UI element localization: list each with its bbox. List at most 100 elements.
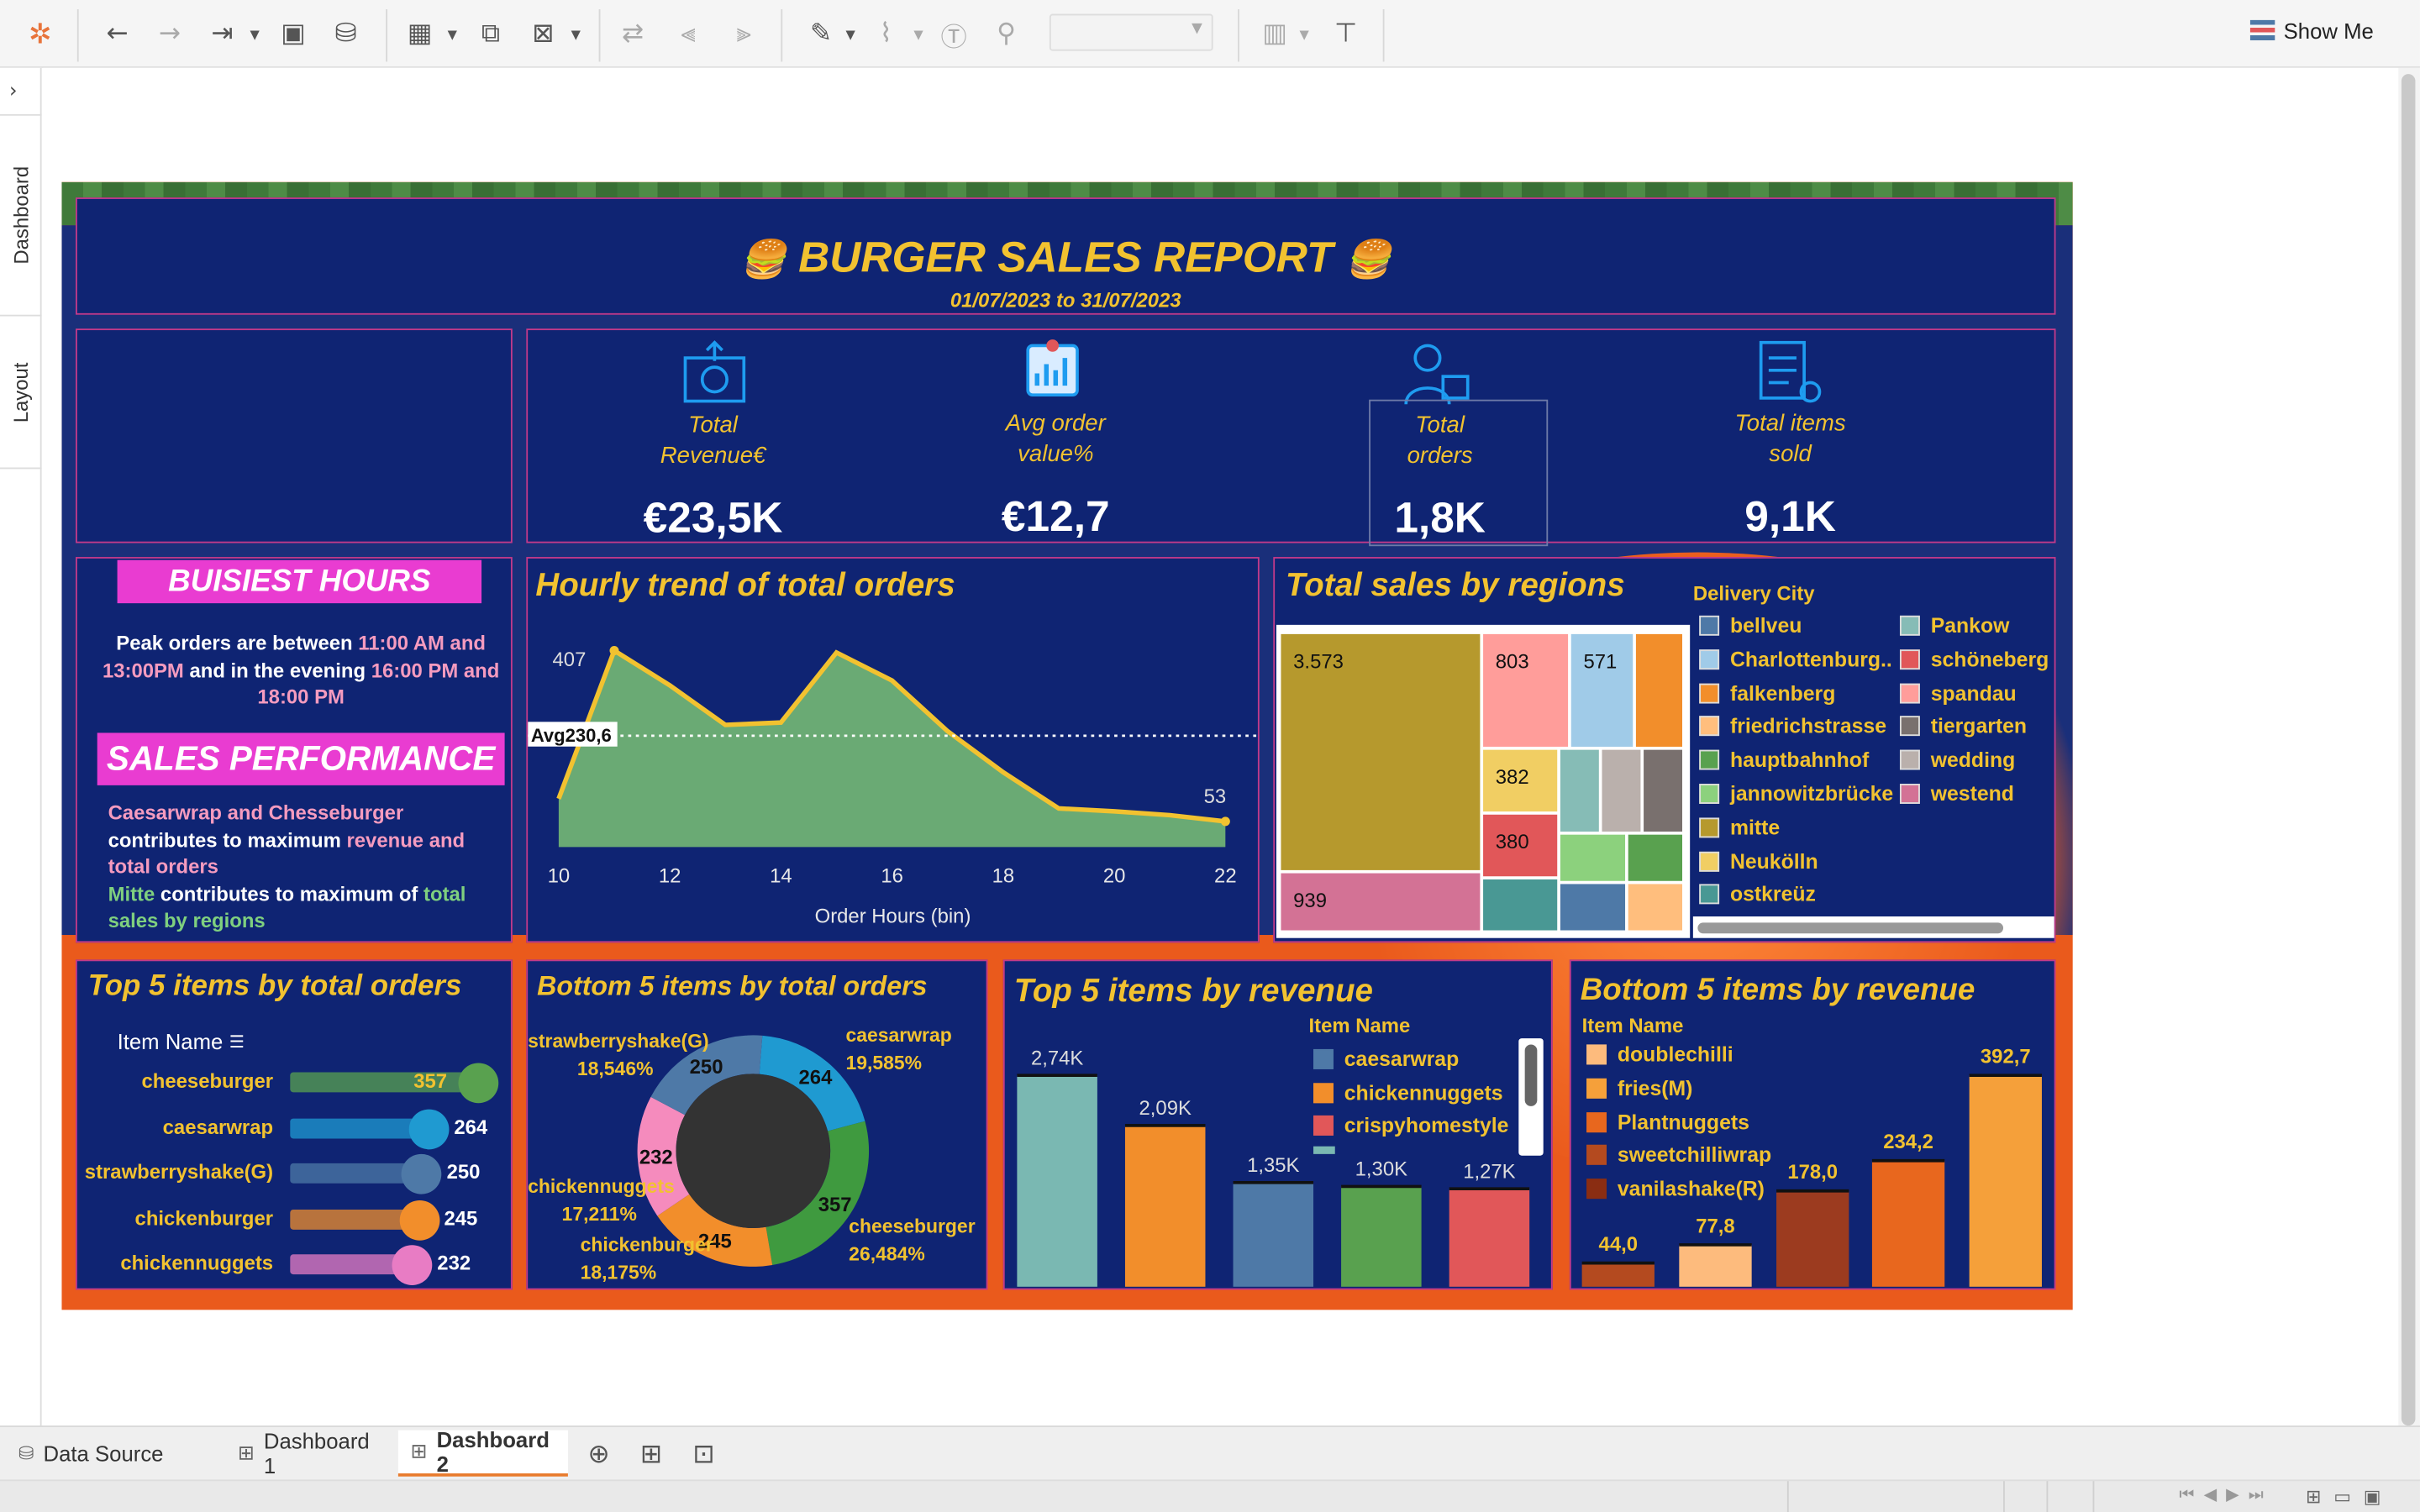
redo-icon[interactable]: → — [151, 15, 188, 52]
kpi-avg-order-value[interactable]: Avg order value% €12,7 — [932, 409, 1179, 542]
text-highlight: 16:00 PM and — [371, 658, 500, 681]
text-segment: and in the evening — [183, 658, 371, 681]
kpi-value: €23,5K — [643, 493, 783, 542]
tab-dashboard-2[interactable]: ⊞ Dashboard 2 — [397, 1427, 568, 1477]
kpi-total-items-sold[interactable]: Total items sold 9,1K — [1667, 409, 1914, 542]
legend-scrollbar[interactable] — [1518, 1038, 1544, 1156]
treemap-cell: 571 — [1570, 633, 1634, 747]
new-worksheet-tab-icon[interactable]: ⊕ — [581, 1436, 618, 1473]
kpi-value: €12,7 — [1001, 491, 1110, 540]
expand-chevron-icon[interactable]: › — [9, 81, 18, 104]
undo-icon[interactable]: ← — [99, 15, 136, 52]
replay-dropdown-icon[interactable]: ▼ — [250, 28, 263, 42]
legend-swatch — [1586, 1111, 1607, 1132]
swap-axes-icon[interactable]: ⇄ — [614, 15, 651, 52]
kpi-total-revenue[interactable]: Total Revenue€ €23,5K — [590, 411, 837, 543]
show-me-button[interactable]: Show Me — [2249, 18, 2374, 43]
tab-layout[interactable]: Layout — [0, 314, 42, 470]
fit-select[interactable]: ▼ — [1049, 13, 1213, 51]
highlight-dropdown-icon[interactable]: ▼ — [846, 28, 859, 42]
tab-data-source[interactable]: ⛁ Data Source — [6, 1431, 216, 1477]
group-dropdown-icon[interactable]: ▼ — [913, 28, 926, 42]
replay-icon[interactable]: ⇥ — [203, 15, 240, 52]
legend-label: jannowitzbrücke — [1729, 782, 1894, 806]
tab-dashboard-2-label: Dashboard 2 — [436, 1426, 550, 1477]
x-tick-label: 20 — [1103, 865, 1126, 888]
hourly-trend-chart[interactable]: Avg230,6 407 53 10 12 14 16 18 20 22 — [528, 559, 1258, 942]
bar-value-label: 1,35K — [1247, 1154, 1299, 1177]
legend-swatch — [1699, 885, 1720, 906]
x-tick-label: 16 — [881, 865, 903, 888]
slice-name: chickenburger — [581, 1234, 713, 1256]
tab-dashboard-1-label: Dashboard 1 — [263, 1428, 370, 1478]
treemap-cell-label: 382 — [1495, 765, 1529, 789]
legend-swatch — [1699, 817, 1720, 837]
max-point — [609, 646, 619, 656]
legend-item: sweetchilliwrap — [1586, 1144, 1771, 1167]
duplicate-sheet-icon[interactable]: ⧉ — [472, 15, 509, 52]
tableau-logo-icon[interactable]: ✲ — [22, 15, 59, 52]
regions-title: Total sales by regions — [1285, 567, 1625, 604]
clear-sheet-icon[interactable]: ⊠ — [524, 15, 561, 52]
kpi-label: Total items — [1734, 410, 1846, 437]
legend-item: schöneberg — [1899, 648, 2049, 671]
slice-percent: 26,484% — [849, 1243, 925, 1265]
x-tick-label: 18 — [992, 865, 1015, 888]
new-data-source-icon[interactable]: ⛁ — [327, 15, 364, 52]
cards-dropdown-icon[interactable]: ▼ — [1300, 28, 1313, 42]
tab-dashboard[interactable]: Dashboard — [0, 113, 42, 315]
sheet-navigation-icons[interactable]: ⏮◀▶⏭ — [2179, 1484, 2273, 1506]
sort-descending-icon[interactable]: ⫸ — [725, 15, 762, 52]
sort-icon[interactable]: ☰ — [229, 1032, 245, 1052]
slice-value: 232 — [639, 1147, 673, 1169]
legend-item: bellveu — [1699, 614, 1802, 638]
treemap-cell — [1560, 749, 1599, 832]
tab-dashboard-label: Dashboard — [9, 165, 33, 265]
kpi-total-orders[interactable]: Total orders 1,8K — [1317, 411, 1564, 543]
header-panel: 🍔 BURGER SALES REPORT 🍔 01/07/2023 to 31… — [75, 197, 2056, 315]
hourly-trend-panel: Hourly trend of total orders Avg230,6 407… — [526, 557, 1260, 943]
text-highlight: sales by regions — [108, 908, 266, 932]
presentation-mode-icon[interactable]: ⊤ — [1328, 15, 1365, 52]
group-icon[interactable]: ⌇ — [867, 15, 904, 52]
revenue-icon — [683, 340, 746, 403]
item-label: strawberryshake(G) — [84, 1160, 274, 1184]
legend-item: caesarwrap — [1313, 1047, 1459, 1071]
save-icon[interactable]: ▣ — [275, 15, 312, 52]
clear-sheet-dropdown-icon[interactable]: ▼ — [571, 28, 584, 42]
text-highlight: 18:00 PM — [257, 685, 345, 709]
sort-ascending-icon[interactable]: ⫷ — [670, 15, 707, 52]
tab-dashboard-1[interactable]: ⊞ Dashboard 1 — [225, 1428, 392, 1478]
show-labels-icon[interactable]: Ⓣ — [935, 15, 972, 54]
legend-label: schöneberg — [1930, 648, 2049, 671]
legend-swatch — [1586, 1044, 1607, 1065]
revenue-bar — [1449, 1189, 1530, 1287]
vertical-scrollbar[interactable] — [2398, 67, 2420, 1426]
new-story-tab-icon[interactable]: ⊡ — [685, 1436, 722, 1473]
new-worksheet-icon[interactable]: ▦ — [402, 15, 439, 52]
treemap-cell: 380 — [1483, 814, 1558, 877]
burger-icon: 🍔 — [739, 237, 786, 281]
donut-chart[interactable]: 264 caesarwrap 19,585% 357cheeseburger 26,48… — [528, 961, 986, 1288]
view-mode-icons[interactable]: ⊞▭▣ — [2306, 1486, 2393, 1508]
legend-item: jannowitzbrücke — [1699, 782, 1893, 806]
highlight-icon[interactable]: ✎ — [802, 15, 839, 52]
revenue-bar — [1124, 1125, 1206, 1287]
bar-value-label: 2,09K — [1139, 1097, 1192, 1120]
delivery-person-icon — [1404, 344, 1470, 405]
treemap-chart[interactable]: 3.573 803 571 382 380 939 — [1281, 633, 1685, 933]
report-title: 🍔 BURGER SALES REPORT 🍔 — [77, 233, 2054, 282]
item-name-header[interactable]: Item Name ☰ — [118, 1029, 245, 1053]
lollipop-head — [402, 1153, 443, 1194]
new-worksheet-dropdown-icon[interactable]: ▼ — [448, 28, 460, 42]
pin-icon[interactable]: ⚲ — [987, 15, 1024, 52]
x-tick-label: 12 — [659, 865, 681, 888]
x-axis-label: Order Hours (bin) — [814, 904, 971, 927]
treemap-cell — [1483, 879, 1558, 931]
new-dashboard-tab-icon[interactable]: ⊞ — [633, 1436, 670, 1473]
show-hide-cards-icon[interactable]: ▥ — [1256, 15, 1293, 52]
legend-item: Charlottenburg.. — [1699, 648, 1892, 671]
legend-scrollbar[interactable] — [1692, 916, 2054, 938]
busiest-hours-text: Peak orders are between 11:00 AM and 13:… — [92, 629, 509, 710]
legend-swatch — [1699, 648, 1720, 669]
